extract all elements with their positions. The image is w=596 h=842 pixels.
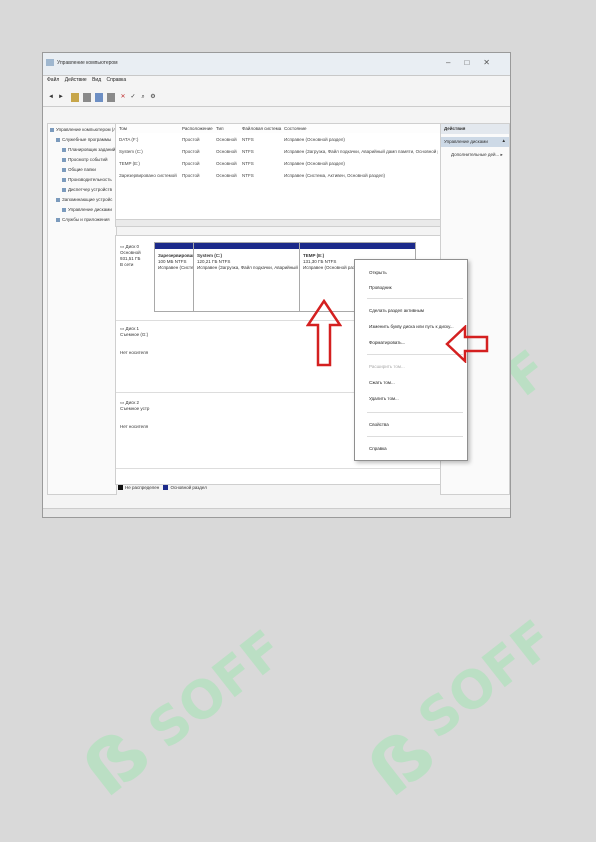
table-row[interactable]: TEMP (E:) Простой Основной NTFS Исправен… (116, 159, 440, 171)
navigation-tree: Управление компьютером (л Служебные прог… (47, 123, 117, 495)
actions-selected[interactable]: Управление дисками ▲ (441, 137, 509, 147)
nav-item-storage[interactable]: Запоминающие устройс (56, 197, 112, 202)
collapse-icon: ▲ (501, 138, 506, 143)
menu-separator (367, 298, 463, 299)
menu-view[interactable]: Вид (92, 77, 101, 83)
divider (116, 468, 440, 469)
disk-2-label[interactable]: ▭ Диск 2 Съемное устр Нет носителя (120, 400, 149, 430)
unallocated-swatch (118, 485, 123, 491)
forward-icon[interactable]: ► (57, 93, 65, 102)
folder-icon[interactable] (71, 93, 79, 102)
menu-item-properties[interactable]: Свойства (369, 422, 389, 427)
back-icon[interactable]: ◄ (47, 93, 55, 102)
menu-bar: Файл Действие Вид Справка (43, 77, 510, 89)
check-icon[interactable]: ✓ (129, 93, 137, 102)
app-icon (46, 59, 54, 66)
disk-0-label[interactable]: ▭ Диск 0 Основной 931,51 ГБ В сети (120, 244, 141, 268)
disk-icon (62, 207, 66, 212)
menu-item-format[interactable]: Форматировать... (369, 340, 405, 345)
column-volume[interactable]: Том (119, 126, 127, 131)
toolbar: ◄ ► ✕ ✓ ⌕ ⚙ (43, 90, 510, 107)
column-status[interactable]: Состояние (284, 126, 306, 131)
services-icon (56, 217, 60, 222)
properties-icon[interactable] (83, 93, 91, 102)
column-filesystem[interactable]: Файловая система (242, 126, 281, 131)
settings-icon[interactable]: ⚙ (149, 93, 157, 102)
horizontal-scrollbar[interactable] (115, 219, 441, 227)
nav-item-device-manager[interactable]: Диспетчер устройств (62, 187, 112, 192)
search-icon[interactable]: ⌕ (139, 93, 147, 102)
folder-icon (62, 167, 66, 172)
menu-help[interactable]: Справка (107, 77, 127, 83)
partition-system[interactable]: System (C:) 120,21 ГБ NTFS Исправен (Заг… (193, 242, 300, 312)
storage-icon (56, 197, 60, 202)
chevron-right-icon: ▸ (500, 152, 503, 157)
watermark-text: SOFF (137, 619, 295, 761)
window-controls[interactable]: –□✕ (446, 58, 504, 67)
performance-icon (62, 177, 66, 182)
nav-item-services[interactable]: Службы и приложения (56, 217, 110, 222)
menu-item-change-letter[interactable]: Изменить букву диска или путь к диску... (369, 324, 454, 329)
menu-item-explore[interactable]: Проводник (369, 285, 392, 290)
arrow-left-icon (445, 325, 489, 363)
tools-icon (56, 137, 60, 142)
watermark-text: SOFF (407, 609, 565, 751)
menu-item-shrink[interactable]: Сжать том... (369, 380, 395, 385)
watermark-logo-icon: ẞ (66, 709, 167, 813)
watermark-logo-icon: ẞ (351, 709, 452, 813)
nav-item-system-tools[interactable]: Служебные программы (56, 137, 111, 142)
menu-item-help[interactable]: Справка (369, 446, 387, 451)
menu-item-extend: Расширить том... (369, 364, 405, 369)
legend: Не распределен Основной раздел (115, 485, 439, 495)
actions-more[interactable]: Дополнительные дей... ▸ (451, 152, 503, 158)
menu-separator (367, 436, 463, 437)
device-icon (62, 187, 66, 192)
column-layout[interactable]: Расположение (182, 126, 213, 131)
arrow-up-icon (306, 299, 342, 367)
menu-action[interactable]: Действие (65, 77, 87, 83)
delete-icon[interactable]: ✕ (119, 93, 127, 102)
nav-item-performance[interactable]: Производительность (62, 177, 112, 182)
disk-1-label[interactable]: ▭ Диск 1 Съемное (G:) Нет носителя (120, 326, 148, 356)
primary-swatch (163, 485, 169, 491)
partition-bar (155, 243, 193, 249)
clock-icon (62, 147, 66, 152)
status-bar (43, 508, 510, 517)
computer-icon (50, 127, 54, 132)
menu-item-mark-active[interactable]: Сделать раздел активным (369, 308, 424, 313)
actions-header: Действия (441, 124, 509, 134)
table-row[interactable]: System (C:) Простой Основной NTFS Исправ… (116, 147, 440, 159)
nav-item-shared-folders[interactable]: Общие папки (62, 167, 96, 172)
window-title: Управление компьютером (57, 60, 118, 66)
partition-bar (194, 243, 299, 249)
help-icon[interactable] (95, 93, 103, 102)
events-icon (62, 157, 66, 162)
column-type[interactable]: Тип (216, 126, 224, 131)
nav-item-computer-management[interactable]: Управление компьютером (л (50, 127, 116, 132)
title-bar: Управление компьютером –□✕ (43, 53, 510, 76)
partition-bar (300, 243, 415, 249)
menu-separator (367, 412, 463, 413)
screenshot-window: Управление компьютером –□✕ Файл Действие… (42, 52, 511, 518)
partition-reserved[interactable]: Зарезервировано 100 МБ NTFS Исправен (Си… (154, 242, 198, 312)
nav-item-event-viewer[interactable]: Просмотр событий (62, 157, 108, 162)
nav-item-task-scheduler[interactable]: Планировщик заданий (62, 147, 115, 152)
table-row[interactable]: DATA (F:) Простой Основной NTFS Исправен… (116, 135, 440, 147)
menu-item-delete[interactable]: Удалить том... (369, 396, 399, 401)
table-row[interactable]: Зарезервировано системой Простой Основно… (116, 171, 440, 183)
menu-file[interactable]: Файл (47, 77, 59, 83)
menu-item-open[interactable]: Открыть (369, 270, 387, 275)
nav-item-disk-management[interactable]: Управление дисками (62, 207, 112, 212)
list-icon[interactable] (107, 93, 115, 102)
volume-table: DATA (F:) Простой Основной NTFS Исправен… (115, 133, 441, 224)
